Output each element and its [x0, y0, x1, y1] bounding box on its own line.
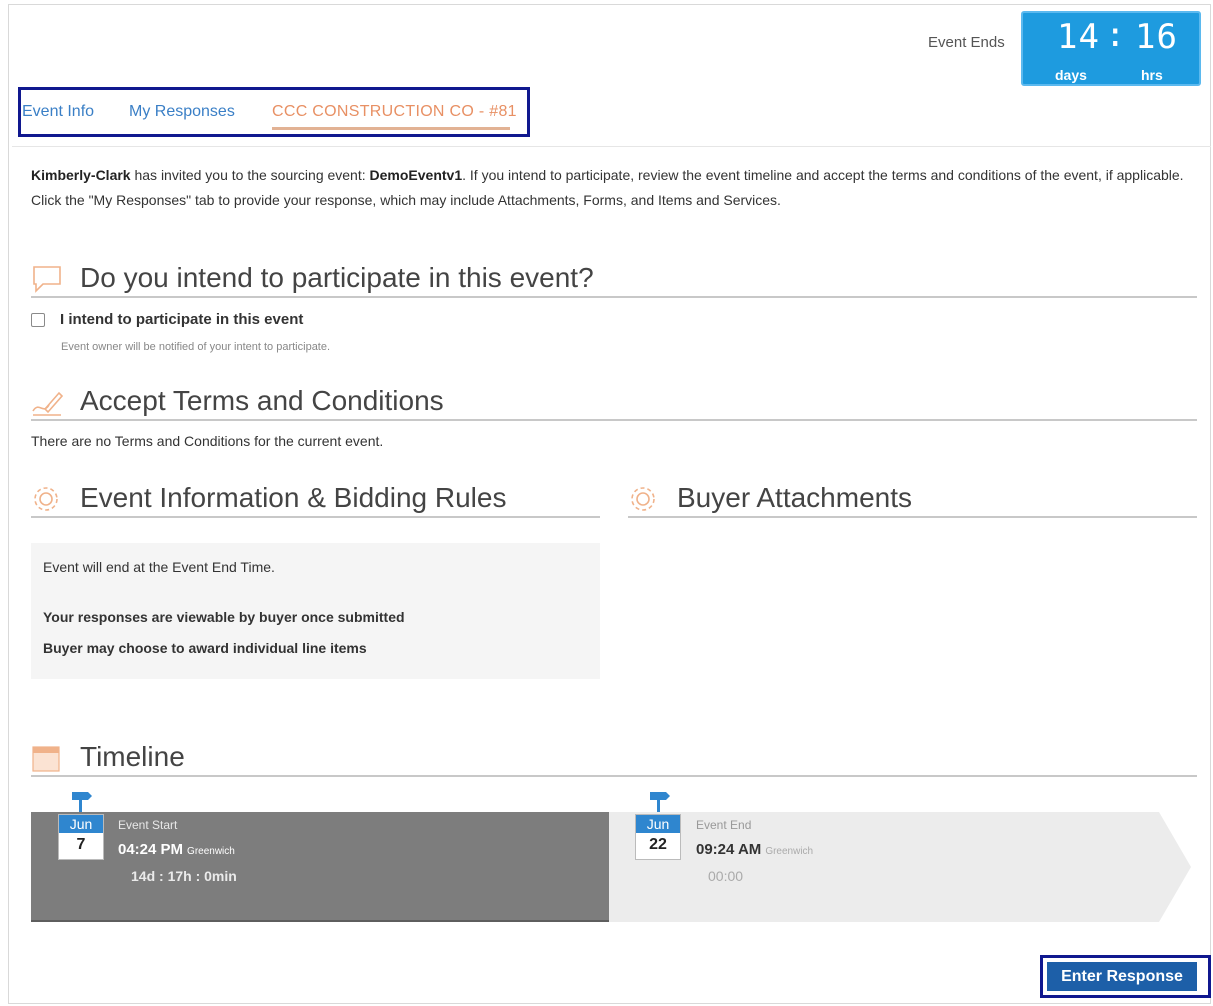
enter-response-highlight: Enter Response: [1040, 955, 1211, 998]
rule-item: Buyer may choose to award individual lin…: [43, 640, 367, 656]
time-remaining: 00:00: [708, 868, 744, 884]
event-start-label: Event Start: [118, 818, 178, 832]
participate-checkbox[interactable]: [31, 313, 45, 327]
start-month: Jun: [59, 815, 103, 833]
participate-checkbox-label[interactable]: I intend to participate in this event: [60, 311, 303, 328]
end-date-calendar: Jun 22: [635, 814, 681, 860]
rule-item: Event will end at the Event End Time.: [43, 559, 275, 575]
event-end-label: Event End: [696, 818, 752, 832]
enter-response-button[interactable]: Enter Response: [1047, 962, 1197, 991]
speech-bubble-icon: [33, 266, 61, 293]
event-start-time: 04:24 PM Greenwich: [118, 841, 235, 858]
buyer-name: Kimberly-Clark: [31, 167, 131, 183]
end-timezone: Greenwich: [765, 846, 814, 857]
event-end-time: 09:24 AM Greenwich: [696, 841, 813, 858]
event-duration: 14d : 17h : 0min: [131, 868, 237, 884]
tabs-divider: [12, 146, 1211, 147]
flag-icon: [650, 792, 670, 812]
countdown-hours-value: 16: [1135, 17, 1178, 57]
participate-heading: Do you intend to participate in this eve…: [80, 262, 594, 293]
participate-section-header: Do you intend to participate in this eve…: [31, 258, 1197, 298]
active-tab-indicator: [272, 127, 510, 130]
start-day: 7: [76, 836, 86, 853]
attachments-heading: Buyer Attachments: [677, 482, 913, 513]
countdown-hours-label: hrs: [1141, 67, 1163, 83]
rules-section-header: Event Information & Bidding Rules: [31, 478, 600, 518]
intro-line2: Click the "My Responses" tab to provide …: [31, 192, 781, 208]
start-time-value: 04:24 PM: [118, 841, 184, 858]
intro-text: Kimberly-Clark has invited you to the so…: [31, 163, 1201, 213]
countdown-days-value: 14: [1057, 17, 1100, 57]
timeline-section-header: Timeline: [31, 737, 1197, 777]
intro-text-part1: has invited you to the sourcing event:: [130, 167, 370, 183]
tab-my-responses[interactable]: My Responses: [129, 103, 235, 121]
tab-supplier[interactable]: CCC CONSTRUCTION CO - #81: [272, 103, 517, 121]
start-date-calendar: Jun 7: [58, 814, 104, 860]
intro-text-part2: . If you intend to participate, review t…: [462, 167, 1184, 183]
timeline-heading: Timeline: [80, 741, 185, 772]
terms-heading: Accept Terms and Conditions: [80, 385, 444, 416]
rules-heading: Event Information & Bidding Rules: [80, 482, 507, 513]
end-month: Jun: [636, 815, 680, 833]
calendar-icon: [32, 746, 60, 772]
end-time-value: 09:24 AM: [696, 841, 762, 858]
gear-icon: [631, 487, 655, 511]
countdown-separator: :: [1105, 15, 1127, 55]
signature-icon: [32, 391, 63, 416]
countdown-timer: 14 : 16 days hrs: [1021, 11, 1201, 86]
attachments-section-header: Buyer Attachments: [628, 478, 1197, 518]
rule-item: Your responses are viewable by buyer onc…: [43, 609, 405, 625]
terms-text: There are no Terms and Conditions for th…: [31, 433, 384, 449]
event-name: DemoEventv1: [369, 167, 463, 183]
participate-note: Event owner will be notified of your int…: [61, 341, 331, 353]
event-ends-label: Event Ends: [928, 34, 1005, 51]
end-day: 22: [649, 836, 667, 853]
terms-section-header: Accept Terms and Conditions: [31, 381, 1197, 421]
flag-icon: [72, 792, 92, 812]
rules-panel: Event will end at the Event End Time. Yo…: [31, 543, 600, 679]
gear-icon: [34, 487, 58, 511]
tab-event-info[interactable]: Event Info: [22, 103, 94, 121]
start-timezone: Greenwich: [187, 846, 235, 857]
countdown-days-label: days: [1055, 67, 1087, 83]
